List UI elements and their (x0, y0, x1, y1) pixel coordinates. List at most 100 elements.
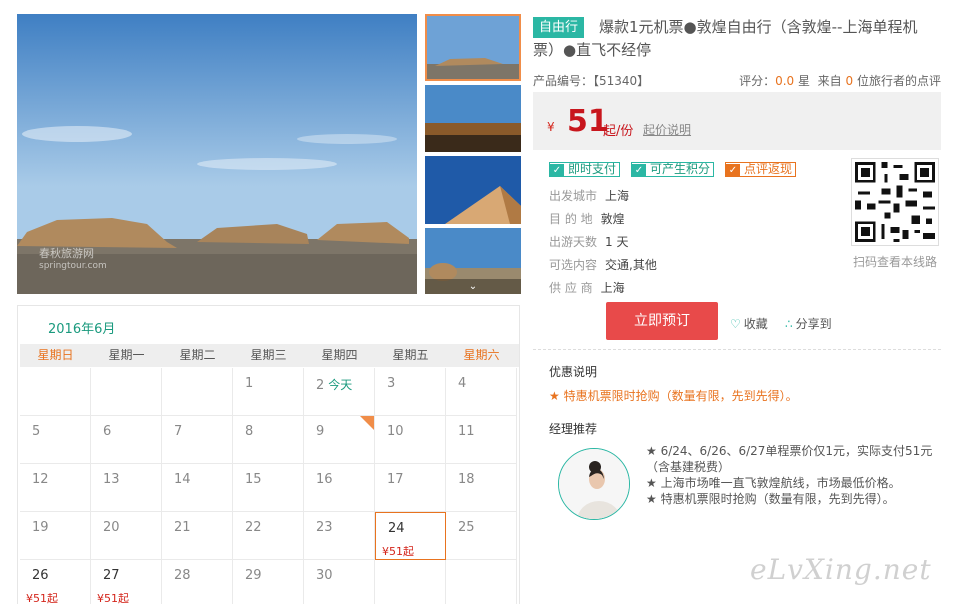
detail-value: 上海 (605, 189, 630, 203)
tag-label: 即时支付 (568, 162, 617, 176)
calendar-day: 15 (233, 464, 304, 512)
calendar-day-number: 2 今天 (316, 376, 352, 393)
product-meta-row: 产品编号：【51340】 评分：0.0 星 来自 0 位旅行者的点评 (533, 72, 941, 89)
qr-code (851, 158, 939, 246)
calendar-empty-cell (91, 368, 162, 416)
day-number: 17 (387, 472, 404, 487)
calendar-day-number: 14 (174, 472, 191, 487)
day-number: 13 (103, 472, 120, 487)
day-number: 18 (458, 472, 475, 487)
day-number: 10 (387, 424, 404, 439)
calendar-weekday: 星期日 (37, 348, 74, 362)
calendar-day-number: 21 (174, 520, 191, 535)
detail-value: 上海 (600, 281, 625, 295)
day-number: 19 (32, 520, 49, 535)
tag-label: 可产生积分 (650, 162, 711, 176)
day-number: 27 (103, 568, 120, 583)
promo-heading: 优惠说明 (549, 365, 598, 379)
day-number: 20 (103, 520, 120, 535)
calendar-day[interactable]: 24 ¥51起 (375, 512, 446, 560)
qr-caption: 扫码查看本线路 (853, 255, 938, 269)
detail-label: 可选内容 (549, 258, 598, 272)
gallery-thumb-1[interactable] (425, 14, 521, 81)
detail-destination: 目 的 地敦煌 (549, 210, 625, 227)
book-now-button[interactable]: 立即预订 (606, 302, 718, 340)
day-number: 25 (458, 520, 475, 535)
calendar-day: 18 (446, 464, 517, 512)
day-number: 14 (174, 472, 191, 487)
day-number: 1 (245, 376, 254, 391)
calendar-day: 5 (20, 416, 91, 464)
calendar-day-number: 22 (245, 520, 262, 535)
price-box: ¥ 51 起/份 起价说明 (533, 92, 941, 150)
main-photo: 春秋旅游网 springtour.com (17, 14, 417, 294)
price-explain-link[interactable]: 起价说明 (643, 121, 691, 138)
day-number: 26 (32, 568, 49, 583)
manager-recommend-item: ★ 特惠机票限时抢购（数量有限，先到先得）。 (646, 492, 895, 506)
calendar-weekday: 星期六 (463, 348, 500, 362)
calendar-day-number: 28 (174, 568, 191, 583)
calendar-day: 20 (91, 512, 162, 560)
gallery-thumb-2[interactable] (425, 85, 521, 152)
calendar-day-number: 19 (32, 520, 49, 535)
calendar-day-number: 29 (245, 568, 262, 583)
tag-label: 点评返现 (744, 162, 793, 176)
detail-label: 出游天数 (549, 235, 598, 249)
calendar-weekday: 星期一 (108, 348, 145, 362)
calendar-day-number: 10 (387, 424, 404, 439)
calendar-empty-cell (162, 368, 233, 416)
calendar-day: 12 (20, 464, 91, 512)
calendar-day: 17 (375, 464, 446, 512)
day-number: 23 (316, 520, 333, 535)
rating-label: 评分： (739, 74, 776, 88)
detail-label: 供 应 商 (549, 281, 593, 295)
price-currency: ¥ (547, 120, 555, 134)
today-label: 今天 (328, 378, 353, 392)
calendar-day-price: ¥51起 (26, 592, 58, 604)
share-button[interactable]: ∴ 分享到 (785, 315, 832, 332)
detail-label: 目 的 地 (549, 212, 593, 226)
calendar-weekday: 星期五 (392, 348, 429, 362)
calendar-empty-cell (375, 560, 446, 604)
day-number: 21 (174, 520, 191, 535)
calendar-day: 1 (233, 368, 304, 416)
calendar-weekday-header: 星期日 星期一 星期二 星期三 星期四 星期五 星期六 (20, 344, 519, 367)
share-icon: ∴ (785, 317, 793, 331)
calendar-weekday: 星期二 (179, 348, 216, 362)
day-number: 30 (316, 568, 333, 583)
calendar-day: 2 今天 (304, 368, 375, 416)
gallery-thumb-3[interactable] (425, 156, 521, 224)
manager-recommend-item: （含基建税费） (646, 460, 731, 474)
calendar-day: 6 (91, 416, 162, 464)
product-type-badge: 自由行 (533, 17, 585, 38)
check-icon: ✓ (726, 164, 740, 177)
check-icon: ✓ (632, 164, 646, 177)
calendar-day-number: 15 (245, 472, 262, 487)
favorite-label: 收藏 (743, 317, 768, 331)
day-number: 5 (32, 424, 41, 439)
day-number: 2 (316, 378, 325, 393)
detail-label: 出发城市 (549, 189, 598, 203)
calendar-day: 13 (91, 464, 162, 512)
calendar-day-number: 26 (32, 568, 49, 583)
calendar-day[interactable]: 27 ¥51起 (91, 560, 162, 604)
calendar-day-number: 4 (458, 376, 466, 391)
rating-value: 0.0 (775, 74, 795, 88)
calendar-day[interactable]: 26 ¥51起 (20, 560, 91, 604)
calendar-day: 10 (375, 416, 446, 464)
favorite-button[interactable]: ♡ 收藏 (730, 315, 768, 332)
calendar-day-number: 17 (387, 472, 404, 487)
tag-review-cashback: ✓ 点评返现 (725, 162, 797, 177)
manager-recommend-list: ★ 6/24、6/26、6/27单程票价仅1元，实际支付51元 （含基建税费） … (646, 443, 946, 507)
manager-recommend-item: ★ 6/24、6/26、6/27单程票价仅1元，实际支付51元 (646, 444, 933, 458)
calendar-day-number: 3 (387, 376, 395, 391)
calendar-day-price: ¥51起 (382, 545, 414, 558)
reviews-count[interactable]: 0 (846, 74, 854, 88)
thumbs-scroll-down-button[interactable]: ⌄ (425, 279, 521, 294)
day-number: 15 (245, 472, 262, 487)
calendar-day: 8 (233, 416, 304, 464)
product-title: 爆款1元机票●敦煌自由行（含敦煌--上海单程机 票）●直飞不经停 (533, 16, 945, 62)
calendar-day-number: 27 (103, 568, 120, 583)
day-number: 16 (316, 472, 333, 487)
calendar-day: 28 (162, 560, 233, 604)
